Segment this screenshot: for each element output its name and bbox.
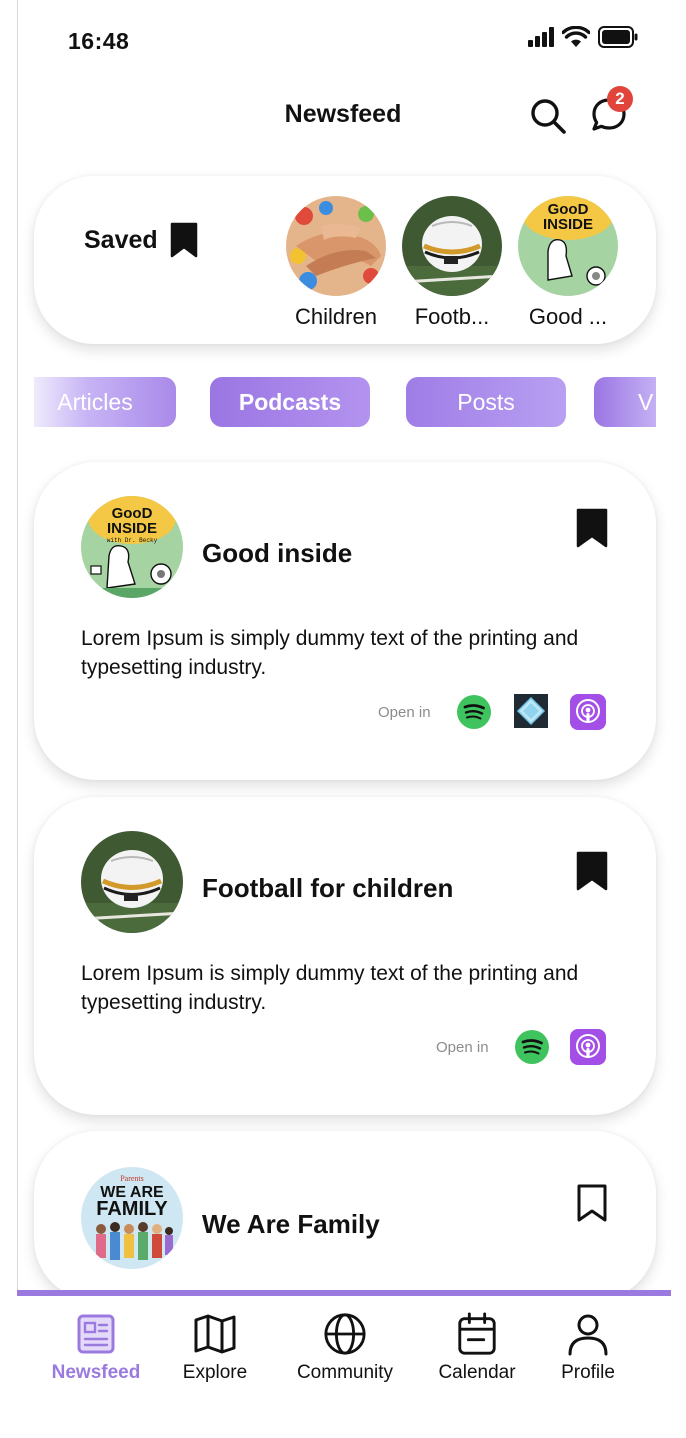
tab-posts[interactable]: Posts bbox=[406, 377, 566, 427]
card-title: We Are Family bbox=[202, 1209, 380, 1239]
good-inside-art-line2: INSIDE bbox=[107, 520, 157, 537]
search-icon[interactable] bbox=[528, 96, 568, 136]
diamond-app-icon[interactable] bbox=[514, 694, 548, 728]
profile-icon bbox=[568, 1314, 608, 1356]
bottom-nav: Newsfeed Explore Community Calendar Prof… bbox=[17, 1296, 671, 1426]
football-image bbox=[402, 196, 502, 296]
saved-item-caption: Children bbox=[295, 304, 377, 329]
saved-item-children[interactable]: Children bbox=[286, 196, 386, 330]
we-are-family-art-line0: Parents bbox=[120, 1174, 144, 1183]
nav-label: Profile bbox=[561, 1362, 615, 1383]
nav-label: Explore bbox=[182, 1362, 248, 1383]
tab-articles[interactable]: Articles bbox=[34, 377, 176, 427]
wifi-icon bbox=[562, 26, 590, 47]
battery-icon bbox=[598, 26, 638, 48]
podcast-card-football[interactable]: Football for children Lorem Ipsum is sim… bbox=[34, 797, 656, 1115]
notification-badge: 2 bbox=[607, 86, 633, 112]
good-inside-avatar: GooD INSIDE with Dr. Becky bbox=[81, 496, 183, 598]
we-are-family-art-line2: FAMILY bbox=[96, 1198, 168, 1220]
content-type-tabs: Articles Podcasts Posts V bbox=[34, 377, 656, 427]
card-title: Football for children bbox=[202, 873, 454, 903]
saved-item-football[interactable]: Footb... bbox=[402, 196, 502, 330]
podcast-card-good-inside[interactable]: GooD INSIDE with Dr. Becky Good inside L… bbox=[34, 462, 656, 780]
nav-item-newsfeed[interactable]: Newsfeed bbox=[41, 1312, 151, 1384]
saved-label[interactable]: Saved bbox=[84, 222, 198, 258]
good-inside-image: GooD INSIDE bbox=[518, 196, 618, 296]
bookmark-filled-icon[interactable] bbox=[576, 508, 608, 548]
card-title: Good inside bbox=[202, 538, 353, 568]
good-inside-art-line3: with Dr. Becky bbox=[107, 537, 158, 544]
nav-item-calendar[interactable]: Calendar bbox=[422, 1312, 532, 1384]
saved-label-text: Saved bbox=[84, 225, 158, 254]
newsfeed-icon bbox=[77, 1314, 115, 1354]
nav-item-profile[interactable]: Profile bbox=[533, 1312, 643, 1384]
header: Newsfeed bbox=[0, 90, 686, 144]
saved-item-caption: Good ... bbox=[528, 304, 608, 329]
children-hands-image bbox=[286, 196, 386, 296]
podcast-card-we-are-family[interactable]: Parents WE ARE FAMILY We Are Family bbox=[34, 1131, 656, 1301]
tab-podcasts[interactable]: Podcasts bbox=[210, 377, 370, 427]
apple-podcasts-icon[interactable] bbox=[570, 694, 606, 730]
card-description: Lorem Ipsum is simply dummy text of the … bbox=[81, 962, 579, 1014]
left-edge-rule bbox=[17, 0, 18, 1424]
apple-podcasts-icon[interactable] bbox=[570, 1029, 606, 1065]
bookmark-filled-icon[interactable] bbox=[576, 851, 608, 891]
bookmark-outline-icon[interactable] bbox=[576, 1183, 608, 1223]
signal-icon bbox=[528, 27, 554, 47]
nav-label: Community bbox=[296, 1362, 394, 1383]
status-icons bbox=[528, 26, 638, 48]
status-time: 16:48 bbox=[68, 28, 130, 54]
tab-videos[interactable]: V bbox=[594, 377, 656, 427]
open-in-label: Open in bbox=[436, 1039, 489, 1056]
nav-label: Calendar bbox=[438, 1362, 516, 1383]
nav-item-community[interactable]: Community bbox=[290, 1312, 400, 1384]
open-in-label: Open in bbox=[378, 704, 431, 721]
map-icon bbox=[194, 1314, 236, 1354]
spotify-icon[interactable] bbox=[456, 694, 492, 730]
saved-item-caption: Footb... bbox=[414, 304, 490, 329]
status-bar: 16:48 bbox=[0, 0, 686, 80]
calendar-icon bbox=[458, 1312, 496, 1355]
globe-icon bbox=[324, 1313, 366, 1355]
we-are-family-avatar: Parents WE ARE FAMILY bbox=[81, 1167, 183, 1269]
nav-item-explore[interactable]: Explore bbox=[160, 1312, 270, 1384]
page-title: Newsfeed bbox=[284, 100, 402, 128]
saved-item-good-inside[interactable]: GooD INSIDE Good ... bbox=[518, 196, 618, 330]
good-inside-art-line2: INSIDE bbox=[543, 216, 593, 233]
nav-label: Newsfeed bbox=[51, 1362, 141, 1383]
football-avatar bbox=[81, 831, 183, 933]
saved-section: Saved Children Footb... GooD INSIDE Good… bbox=[34, 176, 656, 344]
bookmark-icon bbox=[170, 222, 197, 258]
spotify-icon[interactable] bbox=[514, 1029, 550, 1065]
card-description: Lorem Ipsum is simply dummy text of the … bbox=[81, 627, 579, 679]
